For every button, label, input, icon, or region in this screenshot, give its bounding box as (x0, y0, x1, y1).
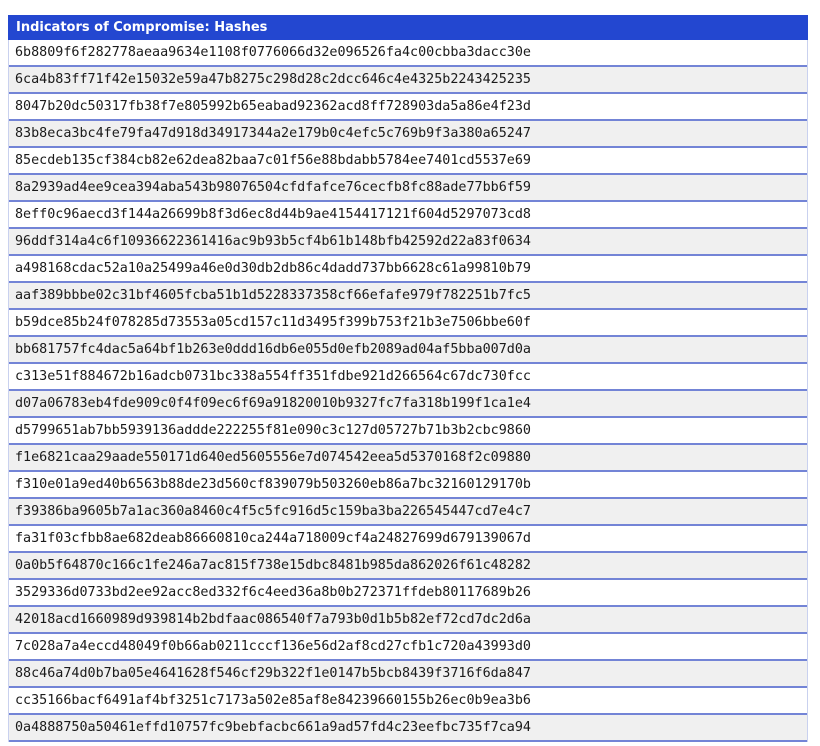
table-row: a498168cdac52a10a25499a46e0d30db2db86c4d… (9, 256, 807, 283)
table-row: d07a06783eb4fde909c0f4f09ec6f69a91820010… (9, 391, 807, 418)
table-row: 6ca4b83ff71f42e15032e59a47b8275c298d28c2… (9, 67, 807, 94)
table-header-title: Indicators of Compromise: Hashes (8, 15, 808, 40)
table-row: d5799651ab7bb5939136addde222255f81e090c3… (9, 418, 807, 445)
table-row: cc35166bacf6491af4bf3251c7173a502e85af8e… (9, 688, 807, 715)
table-row: c313e51f884672b16adcb0731bc338a554ff351f… (9, 364, 807, 391)
table-row: 88c46a74d0b7ba05e4641628f546cf29b322f1e0… (9, 661, 807, 688)
table-row: 3529336d0733bd2ee92acc8ed332f6c4eed36a8b… (9, 580, 807, 607)
table-row: 85ecdeb135cf384cb82e62dea82baa7c01f56e88… (9, 148, 807, 175)
page: Indicators of Compromise: Hashes 6b8809f… (0, 0, 820, 746)
table-row: b59dce85b24f078285d73553a05cd157c11d3495… (9, 310, 807, 337)
table-row: 7c028a7a4eccd48049f0b66ab0211cccf136e56d… (9, 634, 807, 661)
ioc-hash-table: Indicators of Compromise: Hashes 6b8809f… (8, 15, 808, 742)
table-row: 6b8809f6f282778aeaa9634e1108f0776066d32e… (9, 40, 807, 67)
table-row: f39386ba9605b7a1ac360a8460c4f5c5fc916d5c… (9, 499, 807, 526)
table-row: bb681757fc4dac5a64bf1b263e0ddd16db6e055d… (9, 337, 807, 364)
table-row: 0a4888750a50461effd10757fc9bebfacbc661a9… (9, 715, 807, 742)
table-row: 42018acd1660989d939814b2bdfaac086540f7a7… (9, 607, 807, 634)
table-row: 83b8eca3bc4fe79fa47d918d34917344a2e179b0… (9, 121, 807, 148)
table-row: f310e01a9ed40b6563b88de23d560cf839079b50… (9, 472, 807, 499)
hash-row-list: 6b8809f6f282778aeaa9634e1108f0776066d32e… (9, 40, 807, 742)
table-row: 8eff0c96aecd3f144a26699b8f3d6ec8d44b9ae4… (9, 202, 807, 229)
table-row: 8047b20dc50317fb38f7e805992b65eabad92362… (9, 94, 807, 121)
table-row: 0a0b5f64870c166c1fe246a7ac815f738e15dbc8… (9, 553, 807, 580)
table-row: 8a2939ad4ee9cea394aba543b98076504cfdfafc… (9, 175, 807, 202)
table-row: aaf389bbbe02c31bf4605fcba51b1d5228337358… (9, 283, 807, 310)
table-row: fa31f03cfbb8ae682deab86660810ca244a71800… (9, 526, 807, 553)
table-row: f1e6821caa29aade550171d640ed5605556e7d07… (9, 445, 807, 472)
table-row: 96ddf314a4c6f10936622361416ac9b93b5cf4b6… (9, 229, 807, 256)
